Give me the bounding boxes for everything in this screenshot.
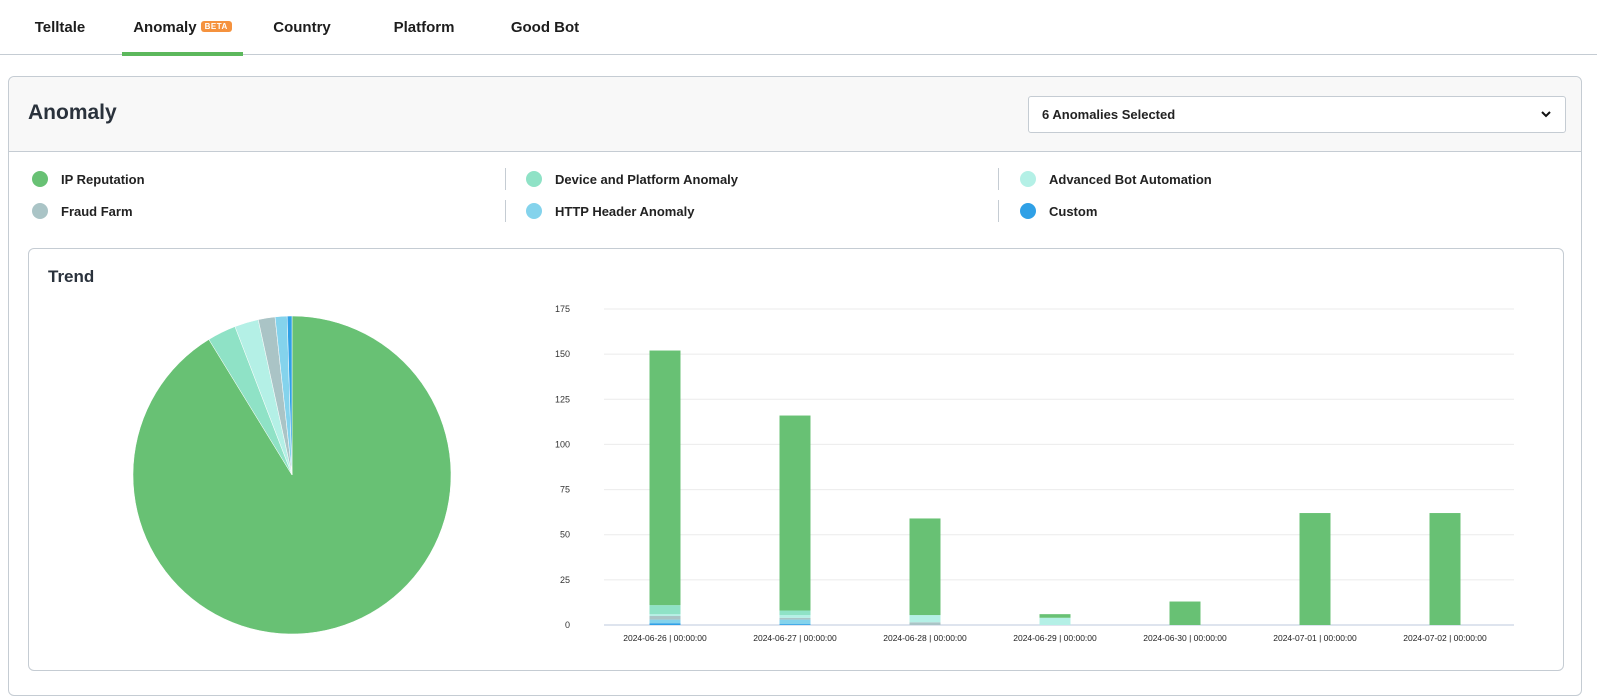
legend-dot-icon: [526, 203, 542, 219]
bar-segment-advanced-bot-automation[interactable]: [779, 615, 811, 618]
y-tick-label: 0: [565, 620, 570, 630]
tab-label: Telltale: [34, 19, 86, 36]
y-tick-label: 50: [560, 530, 570, 540]
legend-label: IP Reputation: [61, 171, 145, 187]
bar-segment-fraud-farm[interactable]: [909, 622, 941, 625]
legend-label: Fraud Farm: [61, 203, 133, 219]
bar-segment-ip-reputation[interactable]: [1039, 614, 1071, 618]
bar-segment-custom[interactable]: [649, 623, 681, 625]
panel-title: Anomaly: [28, 101, 117, 124]
legend-divider: [998, 200, 999, 222]
legend-item-custom[interactable]: Custom: [1020, 199, 1097, 223]
x-tick-label: 2024-07-01 | 00:00:00: [1273, 633, 1357, 643]
tab-platform[interactable]: Platform: [382, 0, 466, 55]
bar-segment-advanced-bot-automation[interactable]: [649, 614, 681, 616]
tab-telltale[interactable]: Telltale: [20, 0, 100, 55]
x-tick-label: 2024-07-02 | 00:00:00: [1403, 633, 1487, 643]
x-tick-label: 2024-06-28 | 00:00:00: [883, 633, 967, 643]
y-tick-label: 100: [555, 439, 570, 449]
bar-segment-advanced-bot-automation[interactable]: [1039, 617, 1071, 625]
tab-label: Country: [273, 19, 331, 36]
tab-anomaly[interactable]: Anomaly BETA: [122, 0, 243, 56]
legend-divider: [505, 168, 506, 190]
legend-label: Custom: [1049, 203, 1098, 219]
tab-label: Good Bot: [510, 19, 580, 36]
anomaly-select[interactable]: 6 Anomalies Selected: [1028, 96, 1566, 133]
legend-item-fraud-farm[interactable]: Fraud Farm: [32, 199, 133, 223]
y-tick-label: 125: [555, 394, 570, 404]
bar-segment-ip-reputation[interactable]: [649, 350, 681, 606]
legend-label: Device and Platform Anomaly: [555, 171, 739, 187]
tab-bar: Telltale Anomaly BETA Country Platform Go…: [0, 0, 1597, 56]
bar-segment-fraud-farm[interactable]: [779, 617, 811, 620]
stacked-bar-chart: 0 25 50 75 100 125 150 175 2024-06-26 | 00:00:00…: [555, 304, 1514, 643]
bar-segment-ip-reputation[interactable]: [909, 518, 941, 616]
x-tick-label: 2024-06-26 | 00:00:00: [623, 633, 707, 643]
panel-header: Anomaly 6 Anomalies Selected: [9, 77, 1581, 152]
legend-label: Advanced Bot Automation: [1049, 171, 1212, 187]
pie-chart: [132, 315, 452, 635]
beta-badge: BETA: [200, 21, 232, 32]
tab-good-bot[interactable]: Good Bot: [500, 0, 590, 55]
x-tick-label: 2024-06-27 | 00:00:00: [753, 633, 837, 643]
bar-segment-device-and-platform-anomaly[interactable]: [779, 610, 811, 616]
legend-divider: [998, 168, 999, 190]
bar-segment-http-header-anomaly[interactable]: [649, 619, 681, 624]
legend-item-http-header-anomaly[interactable]: HTTP Header Anomaly: [526, 199, 694, 223]
legend-label: HTTP Header Anomaly: [555, 203, 695, 219]
legend-dot-icon: [32, 203, 48, 219]
bar-segment-ip-reputation[interactable]: [1429, 513, 1461, 625]
x-tick-label: 2024-06-30 | 00:00:00: [1143, 633, 1227, 643]
tab-country[interactable]: Country: [262, 0, 342, 55]
bar-segment-ip-reputation[interactable]: [1299, 513, 1331, 625]
legend-dot-icon: [526, 171, 542, 187]
bar-segment-advanced-bot-automation[interactable]: [909, 615, 941, 623]
legend-item-advanced-bot-automation[interactable]: Advanced Bot Automation: [1020, 167, 1212, 191]
bar-segment-custom[interactable]: [779, 624, 811, 625]
legend-dot-icon: [32, 171, 48, 187]
legend-dot-icon: [1020, 203, 1036, 219]
bar-segment-http-header-anomaly[interactable]: [779, 619, 811, 625]
tab-label: Platform: [393, 19, 455, 36]
tab-label: Anomaly: [133, 19, 197, 36]
y-tick-label: 175: [555, 304, 570, 314]
legend-item-ip-reputation[interactable]: IP Reputation: [32, 167, 145, 191]
x-tick-label: 2024-06-29 | 00:00:00: [1013, 633, 1097, 643]
legend-dot-icon: [1020, 171, 1036, 187]
y-tick-label: 25: [560, 575, 570, 585]
anomaly-panel: Anomaly 6 Anomalies Selected IP Reputati…: [8, 76, 1582, 696]
trend-card: Trend 0 25 50 75 100 125 150 175 2024-06-26 | 00…: [28, 248, 1564, 671]
legend-item-device-platform-anomaly[interactable]: Device and Platform Anomaly: [526, 167, 738, 191]
bar-segment-ip-reputation[interactable]: [1169, 601, 1201, 625]
y-tick-label: 75: [560, 485, 570, 495]
chevron-down-icon: [1541, 111, 1551, 118]
y-tick-label: 150: [555, 349, 570, 359]
bar-segment-ip-reputation[interactable]: [779, 415, 811, 611]
legend-divider: [505, 200, 506, 222]
bar-segment-fraud-farm[interactable]: [649, 615, 681, 620]
bar-segment-device-and-platform-anomaly[interactable]: [649, 605, 681, 615]
select-value: 6 Anomalies Selected: [1042, 107, 1176, 122]
